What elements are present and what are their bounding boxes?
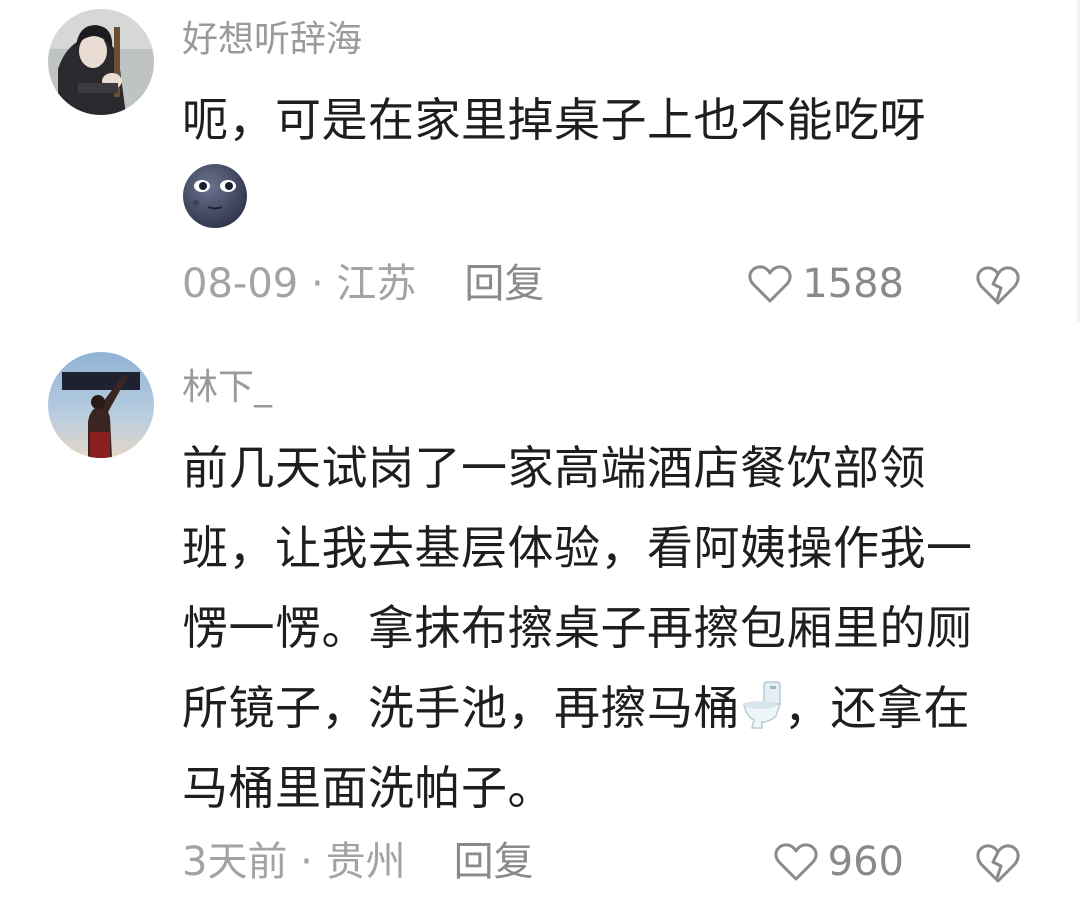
broken-heart-icon [976,266,1020,305]
toilet-emoji-icon [740,676,784,730]
heart-icon [748,265,792,303]
comment-location: 江苏 [336,261,417,307]
like-count: 960 [827,839,904,885]
like-count: 1588 [802,261,904,307]
user-avatar[interactable] [48,352,154,458]
new-moon-face-emoji-icon [182,163,248,229]
meta-separator: · [287,839,326,885]
comment-item: 林下_ 前几天试岗了一家高端酒店餐饮部领班，让我去基层体验，看阿姨操作我一愣一愣… [0,336,1080,911]
reply-button[interactable]: 回复 [454,832,534,892]
user-avatar[interactable] [48,9,154,115]
meta-separator: · [298,261,337,307]
avatar-girl-icon [48,9,154,115]
like-button[interactable]: 1588 [748,254,904,314]
dislike-button[interactable] [976,841,1020,883]
heart-icon [774,843,818,881]
like-button[interactable]: 960 [774,832,904,892]
dislike-button[interactable] [976,263,1020,305]
username[interactable]: 林下_ [182,366,272,410]
comment-date: 08-09 [182,261,299,307]
comment-meta: 08-09 · 江苏 回复 1588 [182,254,1020,314]
comment-text: 呃，可是在家里掉桌子上也不能吃呀 [182,93,926,147]
reply-button[interactable]: 回复 [464,254,544,314]
comment-date: 3天前 [182,839,288,885]
comment-item: 好想听辞海 呃，可是在家里掉桌子上也不能吃呀 08-09 · 江苏 回复 158… [0,0,1080,336]
comment-text: 前几天试岗了一家高端酒店餐饮部领班，让我去基层体验，看阿姨操作我一愣一愣。拿抹布… [182,428,1012,828]
comment-meta: 3天前 · 贵州 回复 960 [182,832,1020,892]
comment-location: 贵州 [325,839,406,885]
avatar-silhouette-icon [48,352,154,458]
broken-heart-icon [976,844,1020,883]
username[interactable]: 好想听辞海 [182,18,362,62]
